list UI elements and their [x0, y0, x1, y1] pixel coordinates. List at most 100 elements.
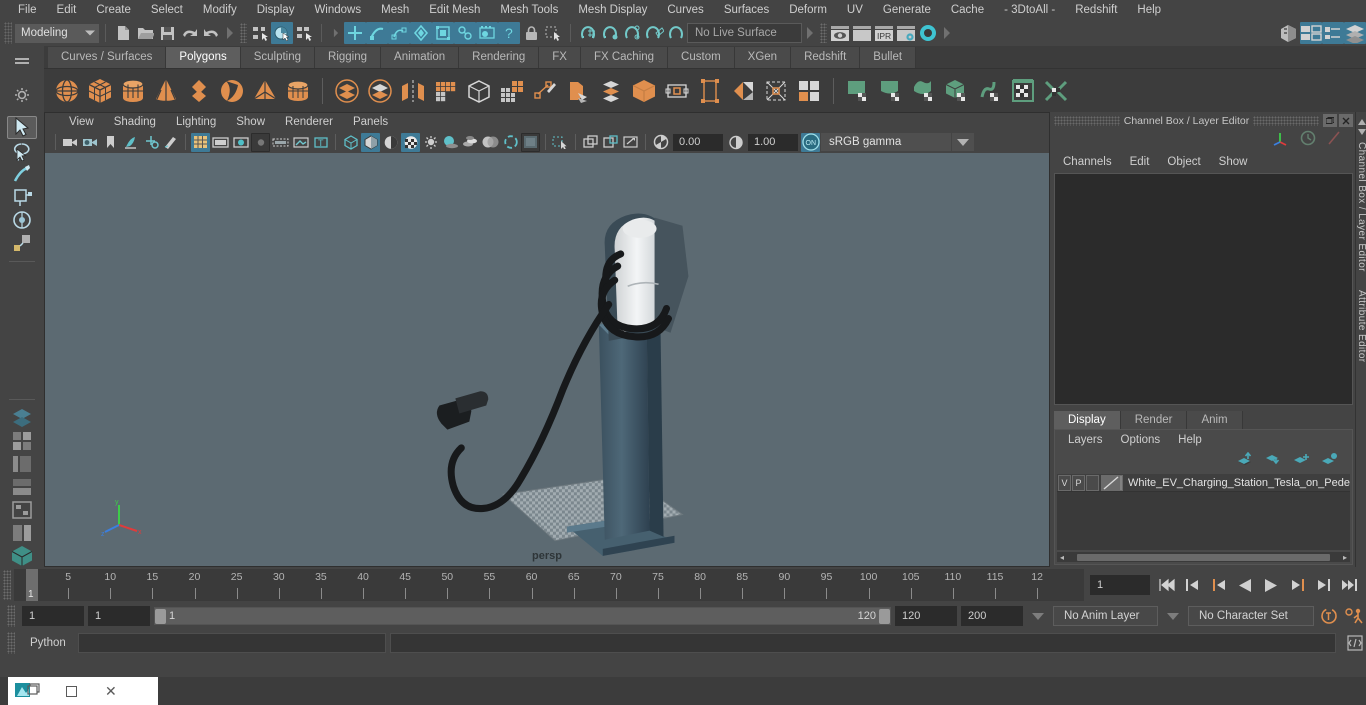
playback-end-field[interactable]: 120 [895, 606, 957, 626]
shelf-tab-bullet[interactable]: Bullet [860, 47, 917, 68]
exposure-aperture-icon[interactable] [651, 133, 670, 152]
expand-arrow-icon[interactable] [333, 28, 339, 38]
persp-outliner-layout-icon[interactable] [7, 453, 37, 475]
motion-blur-icon[interactable] [481, 133, 500, 152]
side-scroll-arrows[interactable] [1357, 118, 1366, 136]
collapse-arrow-icon[interactable] [944, 27, 950, 39]
menu-set-selector[interactable]: Modeling [15, 23, 99, 43]
play-forwards-icon[interactable] [1260, 574, 1282, 596]
gamma-value-field[interactable]: 1.00 [748, 133, 798, 151]
command-line-grip[interactable] [7, 632, 15, 654]
time-slider-track[interactable]: 1 5 10 15 20 25 30 35 40 45 50 55 60 65 70 75 80 85 90 95 1… [14, 569, 1084, 601]
paint-select-tool-icon[interactable] [7, 163, 37, 185]
shaded-wireframe-icon[interactable] [381, 133, 400, 152]
go-to-start-icon[interactable] [1156, 574, 1178, 596]
anim-layer-select[interactable]: No Anim Layer [1053, 606, 1158, 626]
layer-list-hscrollbar[interactable]: ◂ ▸ [1057, 552, 1350, 562]
menu-mesh[interactable]: Mesh [371, 0, 419, 20]
layer-menu-options[interactable]: Options [1112, 434, 1170, 446]
handles-mask-icon[interactable] [344, 22, 366, 44]
uv-planar-icon[interactable] [843, 76, 873, 106]
menu-mesh-tools[interactable]: Mesh Tools [490, 0, 568, 20]
viewport-menu-show[interactable]: Show [226, 116, 275, 128]
step-forward-key-icon[interactable] [1312, 574, 1334, 596]
polygon-plane-icon[interactable] [217, 76, 247, 106]
animation-end-field[interactable]: 200 [961, 606, 1023, 626]
polygon-sphere-icon[interactable] [52, 76, 82, 106]
snap-view-plane-icon[interactable] [665, 22, 687, 44]
select-component-icon[interactable] [293, 22, 315, 44]
shadow-toggle-icon[interactable] [441, 133, 460, 152]
mirror-geometry-icon[interactable] [398, 76, 428, 106]
smooth-icon[interactable] [431, 76, 461, 106]
uv-editor-icon[interactable] [794, 76, 824, 106]
grid-toggle-icon[interactable] [191, 132, 210, 152]
menu-select[interactable]: Select [141, 0, 193, 20]
script-language-label[interactable]: Python [22, 637, 74, 649]
shelf-tab-fx[interactable]: FX [539, 47, 581, 68]
surfaces-mask-icon[interactable] [388, 22, 410, 44]
curves-mask-icon[interactable] [366, 22, 388, 44]
multi-cut-icon[interactable] [530, 76, 560, 106]
viewport-menu-renderer[interactable]: Renderer [275, 116, 343, 128]
image-plane-icon[interactable] [121, 133, 140, 152]
viewport-menu-panels[interactable]: Panels [343, 116, 398, 128]
layer-tab-anim[interactable]: Anim [1187, 411, 1243, 429]
sculpt-icon[interactable] [761, 76, 791, 106]
channel-box-menu-edit[interactable]: Edit [1121, 156, 1159, 168]
menu-generate[interactable]: Generate [873, 0, 941, 20]
move-layer-down-icon[interactable] [1264, 452, 1282, 471]
menu-create[interactable]: Create [86, 0, 141, 20]
render-current-frame-icon[interactable] [829, 22, 851, 44]
uv-automatic-icon[interactable] [942, 76, 972, 106]
side-tab-attribute-editor[interactable]: Attribute Editor [1356, 290, 1366, 363]
persp-uv-layout-icon[interactable] [7, 522, 37, 544]
polygon-prism-icon[interactable] [283, 76, 313, 106]
maya-app-icon[interactable] [14, 680, 40, 702]
restore-icon[interactable] [1323, 114, 1337, 127]
smooth-shade-icon[interactable] [361, 132, 380, 152]
polygon-torus-icon[interactable] [184, 76, 214, 106]
close-icon[interactable] [1339, 114, 1353, 127]
panel-zoom-icon[interactable] [601, 133, 620, 152]
film-gate-icon[interactable] [211, 133, 230, 152]
current-time-indicator[interactable]: 1 [26, 569, 38, 601]
shelf-tab-custom[interactable]: Custom [668, 47, 735, 68]
polygon-pyramid-icon[interactable] [250, 76, 280, 106]
step-forward-frame-icon[interactable] [1286, 574, 1308, 596]
polygon-cone-icon[interactable] [151, 76, 181, 106]
xray-joints-icon[interactable] [621, 133, 640, 152]
shelf-tab-polygons[interactable]: Polygons [166, 47, 241, 68]
new-scene-icon[interactable] [112, 22, 134, 44]
lock-icon[interactable] [520, 22, 542, 44]
script-editor-icon[interactable] [1344, 632, 1366, 654]
single-perspective-layout-icon[interactable] [7, 406, 37, 428]
uv-cylindrical-icon[interactable] [876, 76, 906, 106]
menu-deform[interactable]: Deform [779, 0, 837, 20]
save-scene-icon[interactable] [156, 22, 178, 44]
bookmark-icon[interactable] [101, 133, 120, 152]
play-backwards-icon[interactable] [1234, 574, 1256, 596]
scale-tool-icon[interactable] [7, 232, 37, 254]
command-input[interactable] [77, 633, 386, 653]
layer-tab-display[interactable]: Display [1054, 411, 1121, 429]
select-tool-icon[interactable] [7, 116, 37, 139]
grease-pencil-icon[interactable] [161, 133, 180, 152]
panel-drag-grip[interactable] [1054, 115, 1120, 126]
side-tab-channel-box[interactable]: Channel Box / Layer Editor [1356, 142, 1366, 272]
layer-tab-render[interactable]: Render [1120, 411, 1188, 429]
go-to-end-icon[interactable] [1338, 574, 1360, 596]
current-frame-field[interactable]: 1 [1090, 575, 1150, 595]
step-back-frame-icon[interactable] [1208, 574, 1230, 596]
layer-menu-layers[interactable]: Layers [1059, 434, 1112, 446]
status-line-grip[interactable] [4, 22, 12, 44]
shelf-tab-rigging[interactable]: Rigging [315, 47, 382, 68]
channel-box-menu-show[interactable]: Show [1210, 156, 1257, 168]
range-slider-right-handle[interactable] [879, 608, 890, 624]
shelf-tab-rendering[interactable]: Rendering [459, 47, 540, 68]
new-layer-from-selected-icon[interactable] [1292, 452, 1310, 471]
move-layer-up-icon[interactable] [1236, 451, 1254, 471]
menu-cache[interactable]: Cache [941, 0, 994, 20]
lattice-mask-icon[interactable] [432, 22, 454, 44]
shelf-tab-xgen[interactable]: XGen [734, 47, 792, 68]
